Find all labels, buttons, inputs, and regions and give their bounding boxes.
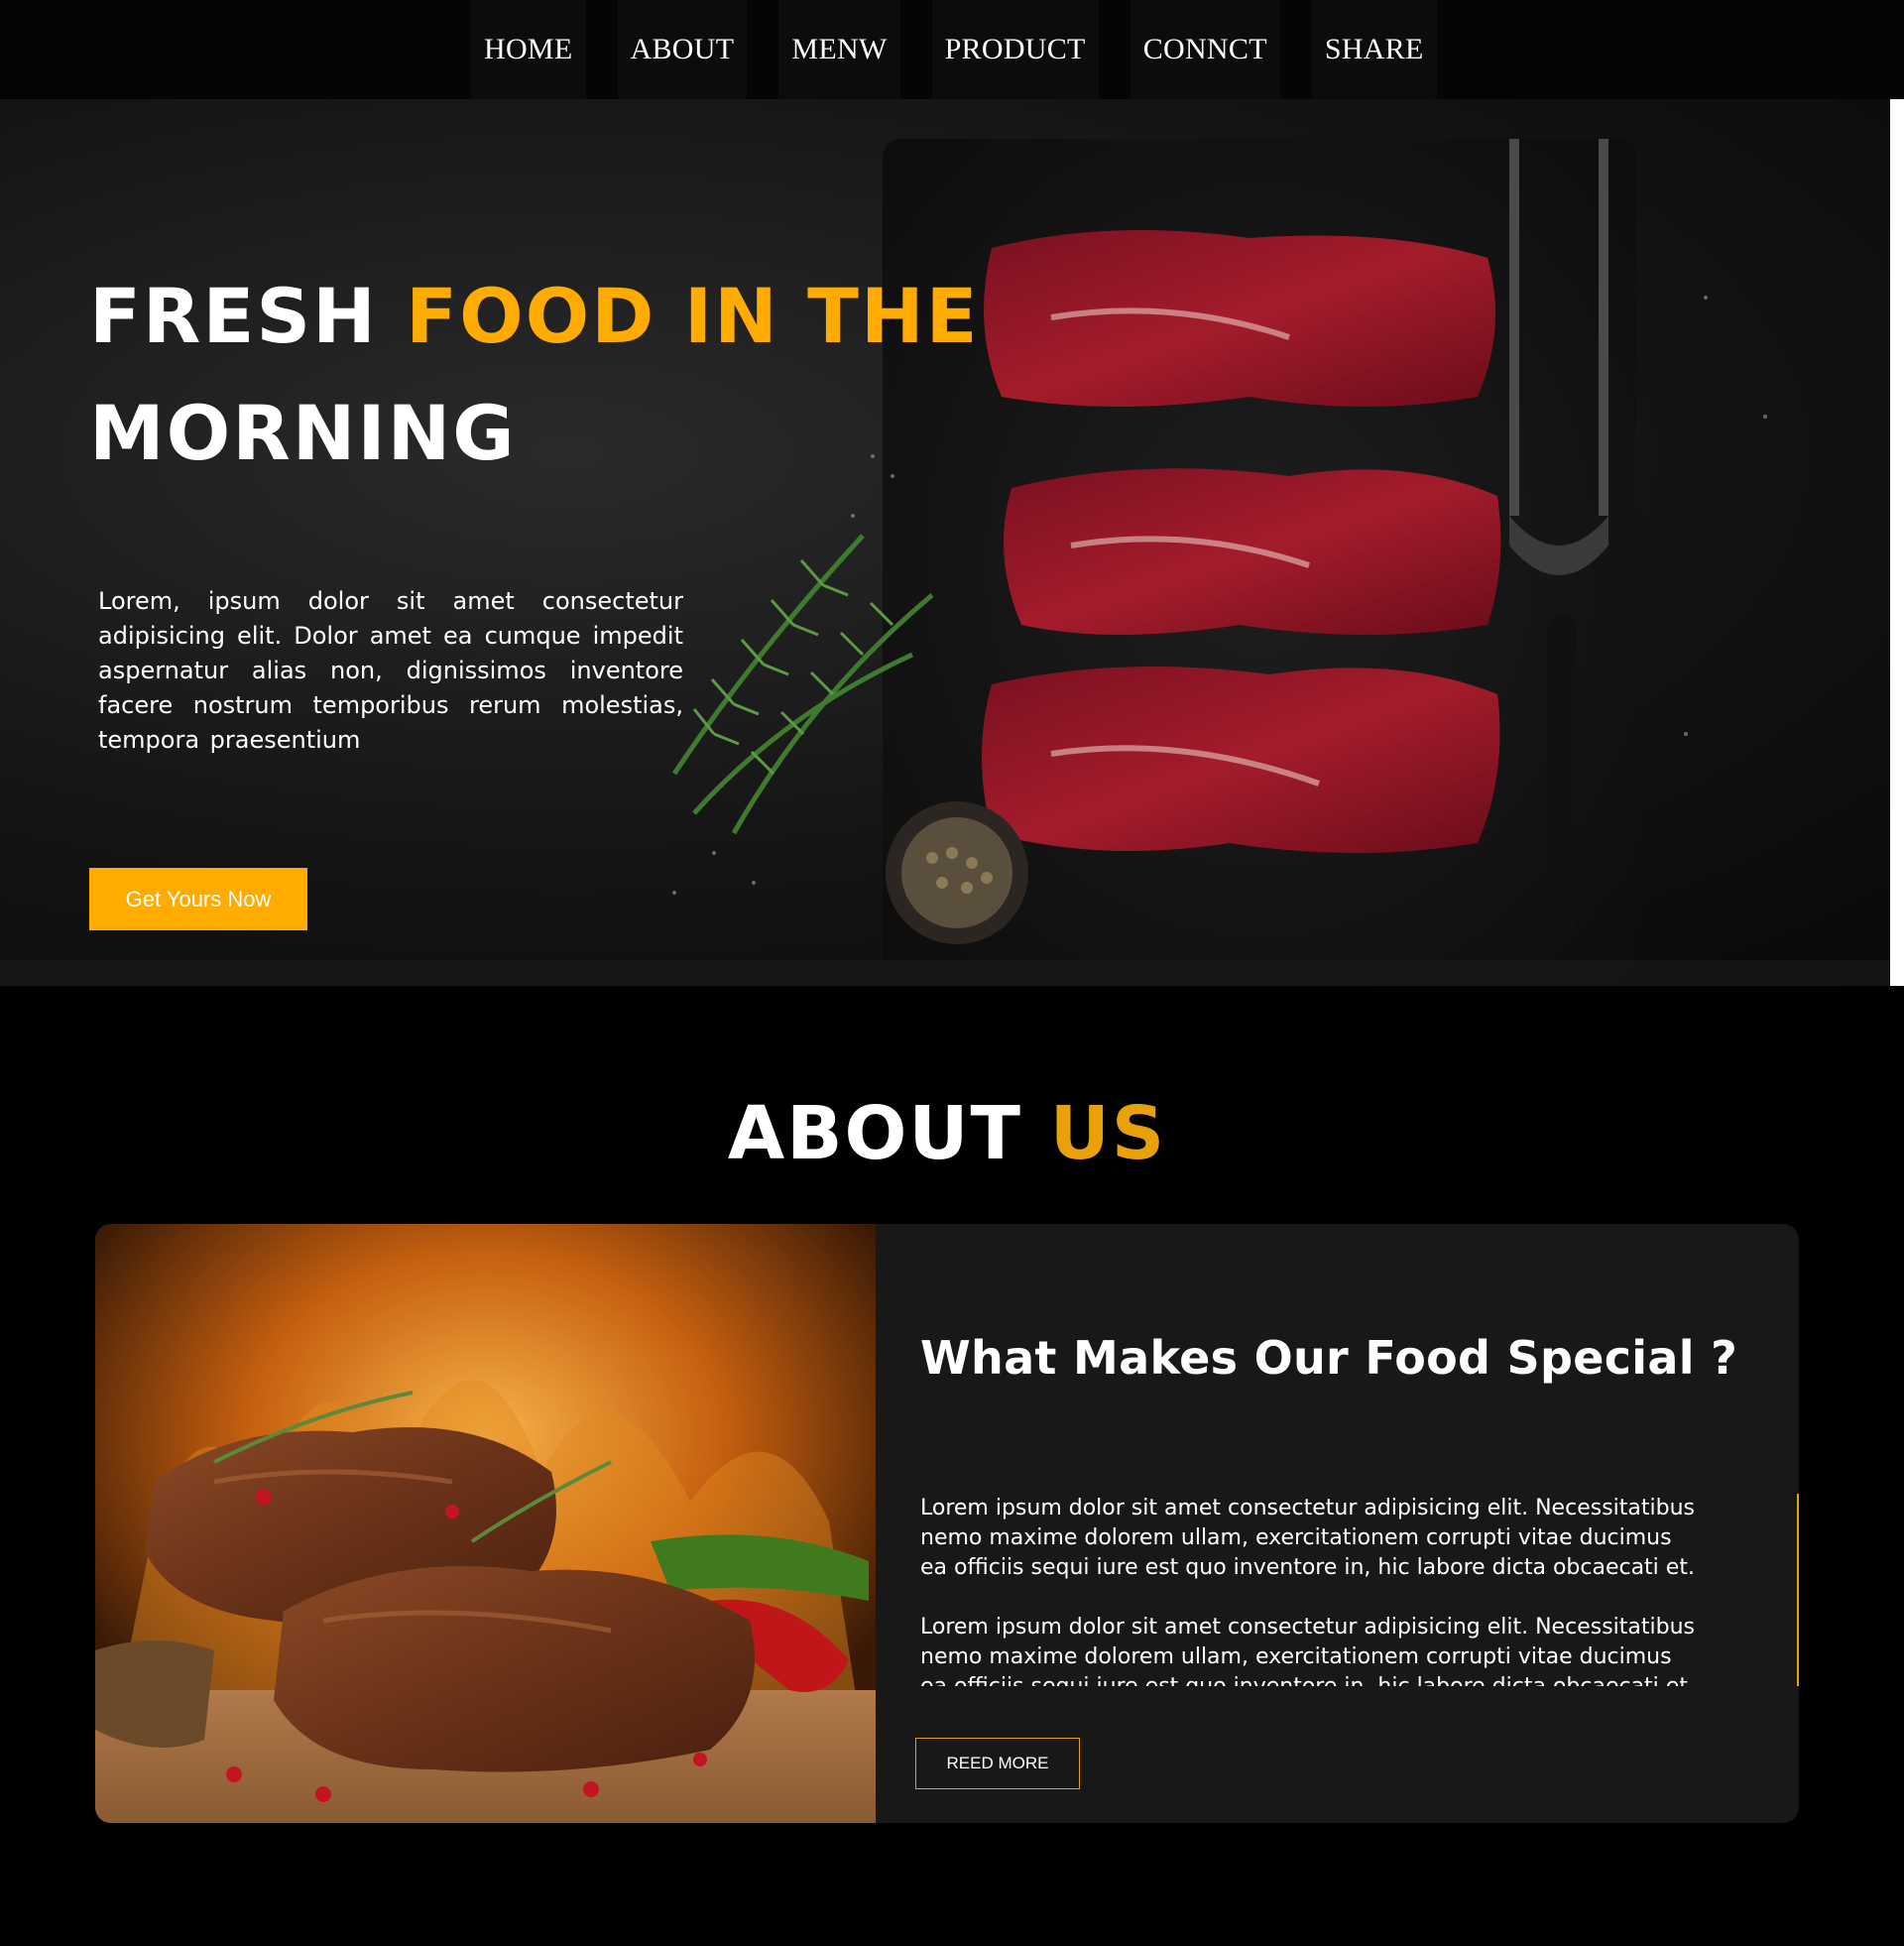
- nav-item-home[interactable]: HOME: [471, 0, 586, 99]
- read-more-button[interactable]: REED MORE: [915, 1738, 1080, 1789]
- hero-title-accent: FOOD IN THE: [406, 272, 980, 360]
- card-body: Lorem ipsum dolor sit amet consectetur a…: [920, 1494, 1704, 1686]
- about-title: ABOUT US: [0, 1091, 1894, 1176]
- about-title-accent: US: [1049, 1091, 1167, 1176]
- card-paragraph: Lorem ipsum dolor sit amet consectetur a…: [920, 1615, 1695, 1686]
- nav-item-menu[interactable]: MENW: [778, 0, 900, 99]
- nav-item-connect[interactable]: CONNCT: [1130, 0, 1280, 99]
- hero-steak-image: [0, 139, 1890, 986]
- hero-title-part1: FRESH: [89, 272, 407, 360]
- card-paragraph: Lorem ipsum dolor sit amet consectetur a…: [920, 1496, 1695, 1580]
- hero-title: FRESH FOOD IN THE MORNING: [89, 258, 982, 492]
- scroll-indicator: [1797, 1494, 1799, 1686]
- page-edge: [1890, 99, 1904, 986]
- card-heading: What Makes Our Food Special ?: [920, 1331, 1738, 1385]
- nav-item-product[interactable]: PRODUCT: [931, 0, 1099, 99]
- get-yours-now-button[interactable]: Get Yours Now: [89, 868, 307, 930]
- hero-section: FRESH FOOD IN THE MORNING Lorem, ipsum d…: [0, 99, 1890, 986]
- grilled-steak-image: [95, 1224, 876, 1823]
- hero-title-part2: MORNING: [89, 389, 517, 477]
- nav-item-share[interactable]: SHARE: [1311, 0, 1437, 99]
- nav-item-about[interactable]: ABOUT: [617, 0, 748, 99]
- about-card: What Makes Our Food Special ? Lorem ipsu…: [95, 1224, 1799, 1823]
- nav-menu: HOME ABOUT MENW PRODUCT CONNCT SHARE: [471, 0, 1437, 99]
- about-title-part1: ABOUT: [727, 1091, 1050, 1176]
- hero-description: Lorem, ipsum dolor sit amet consectetur …: [98, 587, 683, 754]
- top-navigation: HOME ABOUT MENW PRODUCT CONNCT SHARE: [0, 0, 1904, 99]
